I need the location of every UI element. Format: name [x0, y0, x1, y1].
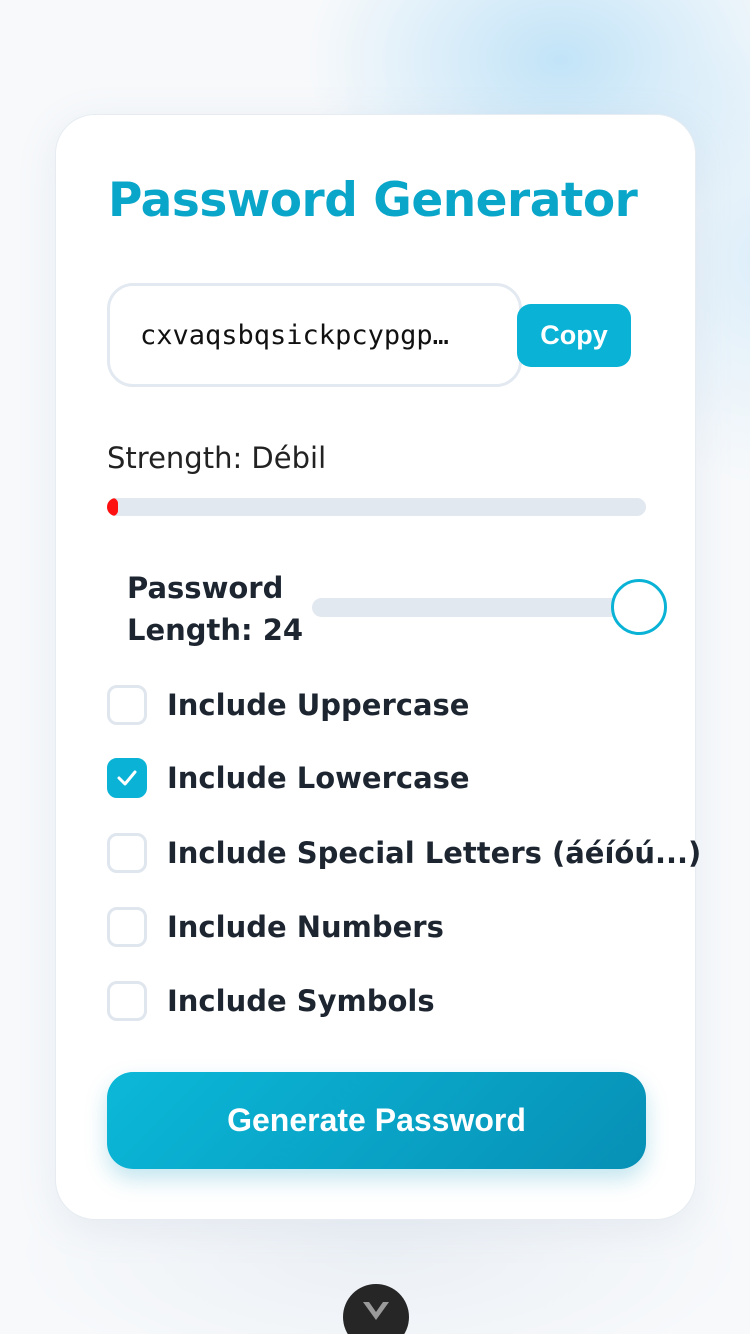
length-label: Password Length: 24 — [127, 571, 304, 647]
checkbox-special-letters[interactable] — [107, 833, 147, 873]
generate-password-button[interactable]: Generate Password — [107, 1072, 646, 1169]
length-slider-thumb[interactable] — [611, 579, 667, 635]
length-slider-track[interactable] — [312, 598, 642, 617]
copy-button[interactable]: Copy — [517, 304, 631, 367]
checkbox-symbols[interactable] — [107, 981, 147, 1021]
password-output[interactable]: cxvaqsbqsickpcypgp… — [107, 283, 522, 387]
option-label: Include Special Letters (áéíóú...) — [167, 836, 702, 870]
option-lowercase[interactable]: Include Lowercase — [107, 758, 470, 798]
strength-meter — [107, 498, 646, 516]
page-title: Password Generator — [108, 173, 638, 228]
option-uppercase[interactable]: Include Uppercase — [107, 685, 469, 725]
option-label: Include Lowercase — [167, 761, 470, 795]
strength-label: Strength: Débil — [107, 441, 327, 475]
checkmark-icon — [117, 770, 137, 786]
option-special-letters[interactable]: Include Special Letters (áéíóú...) — [107, 833, 701, 873]
option-symbols[interactable]: Include Symbols — [107, 981, 435, 1021]
password-text: cxvaqsbqsickpcypgp… — [140, 319, 449, 351]
checkbox-numbers[interactable] — [107, 907, 147, 947]
chevron-down-icon — [363, 1302, 389, 1320]
strength-meter-fill — [107, 498, 118, 516]
option-numbers[interactable]: Include Numbers — [107, 907, 444, 947]
checkbox-lowercase[interactable] — [107, 758, 147, 798]
option-label: Include Numbers — [167, 910, 444, 944]
option-label: Include Uppercase — [167, 688, 470, 722]
option-label: Include Symbols — [167, 984, 435, 1018]
checkbox-uppercase[interactable] — [107, 685, 147, 725]
generator-card: Password Generator cxvaqsbqsickpcypgp… C… — [55, 114, 701, 1220]
